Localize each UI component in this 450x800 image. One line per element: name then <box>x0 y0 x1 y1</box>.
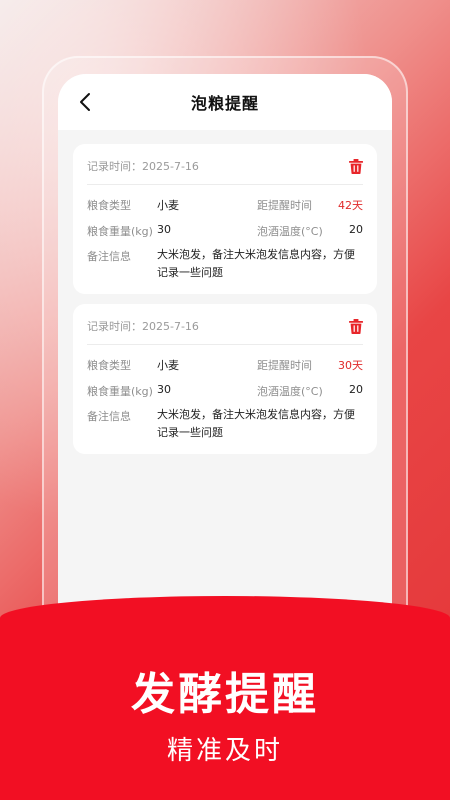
trash-icon[interactable] <box>349 158 363 174</box>
card-header: 记录时间：2025-7-16 <box>87 156 363 176</box>
card-divider <box>87 344 363 345</box>
trash-icon[interactable] <box>349 318 363 334</box>
temp-label: 泡酒温度(°C) <box>257 225 323 238</box>
app-screen: 泡粮提醒 记录时间：2025-7-16 粮食类型 小麦 距提醒时间 42天 粮食… <box>58 74 392 674</box>
weight-label: 粮食重量(kg) <box>87 225 153 238</box>
info-row: 粮食类型 小麦 距提醒时间 42天 <box>87 197 363 213</box>
promo-headline: 发酵提醒 <box>131 669 319 720</box>
reminder-card[interactable]: 记录时间：2025-7-16 粮食类型 小麦 距提醒时间 30天 粮食重量(kg… <box>73 304 377 454</box>
nav-bar: 泡粮提醒 <box>58 74 392 130</box>
note-label: 备注信息 <box>87 410 131 423</box>
remind-value: 30天 <box>338 359 363 372</box>
page-title: 泡粮提醒 <box>190 94 259 113</box>
record-time: 记录时间：2025-7-16 <box>87 320 199 333</box>
temp-value: 20 <box>349 223 363 236</box>
reminder-card[interactable]: 记录时间：2025-7-16 粮食类型 小麦 距提醒时间 42天 粮食重量(kg… <box>73 144 377 294</box>
temp-label: 泡酒温度(°C) <box>257 385 323 398</box>
temp-value: 20 <box>349 383 363 396</box>
grain-type-value: 小麦 <box>157 199 179 212</box>
grain-type-label: 粮食类型 <box>87 359 131 372</box>
weight-value: 30 <box>157 223 171 236</box>
promo-subline: 精准及时 <box>166 736 283 766</box>
chevron-left-icon[interactable] <box>76 92 96 112</box>
card-divider <box>87 184 363 185</box>
info-row: 粮食类型 小麦 距提醒时间 30天 <box>87 357 363 373</box>
remind-value: 42天 <box>338 199 363 212</box>
grain-type-label: 粮食类型 <box>87 199 131 212</box>
note-value: 大米泡发，备注大米泡发信息内容，方便记录一些问题 <box>157 408 355 439</box>
note-value: 大米泡发，备注大米泡发信息内容，方便记录一些问题 <box>157 248 355 279</box>
remind-label: 距提醒时间 <box>257 199 312 212</box>
note-label: 备注信息 <box>87 250 131 263</box>
card-header: 记录时间：2025-7-16 <box>87 316 363 336</box>
info-row: 粮食重量(kg) 30 泡酒温度(°C) 20 <box>87 223 363 239</box>
grain-type-value: 小麦 <box>157 359 179 372</box>
weight-value: 30 <box>157 383 171 396</box>
info-row: 粮食重量(kg) 30 泡酒温度(°C) 20 <box>87 383 363 399</box>
record-time: 记录时间：2025-7-16 <box>87 160 199 173</box>
remind-label: 距提醒时间 <box>257 359 312 372</box>
weight-label: 粮食重量(kg) <box>87 385 153 398</box>
